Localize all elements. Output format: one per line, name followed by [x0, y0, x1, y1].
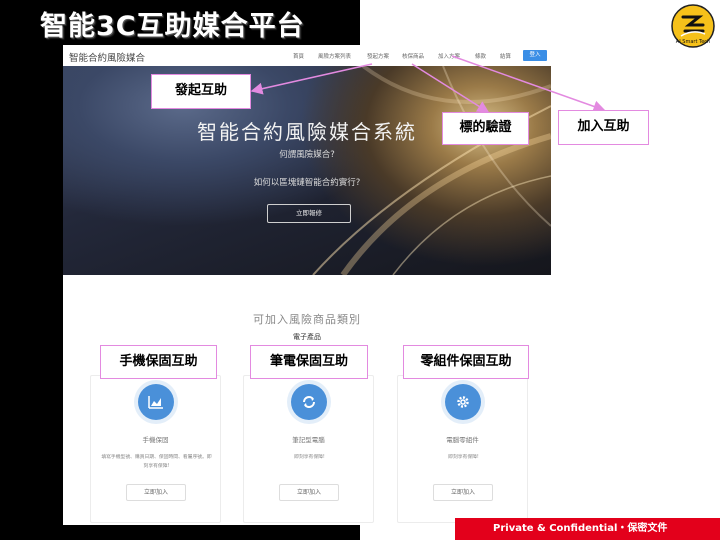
nav-terms[interactable]: 條款: [475, 52, 486, 60]
card-name: 手機保固: [142, 436, 169, 444]
nav-join[interactable]: 加入方案: [438, 52, 460, 60]
join-now-button[interactable]: 立即加入: [433, 484, 493, 501]
company-logo: AI Smart Tech: [669, 3, 717, 49]
hero-question-1[interactable]: 何謂風險媒合?: [63, 148, 551, 160]
card-laptop: 筆記型電腦 即刻享有保障! 立即加入: [243, 375, 374, 523]
slide: 智能3C互助媒合平台 AI Smart Tech 智能合約風險媒合 首頁 風險方…: [0, 0, 720, 540]
gear-icon: [445, 384, 481, 420]
nav-risk-list[interactable]: 風險方案列表: [318, 52, 351, 60]
bottom-black-band: [0, 525, 360, 540]
nav-home[interactable]: 首頁: [293, 52, 304, 60]
card-name: 電腦零組件: [446, 436, 479, 444]
nav-initiate[interactable]: 發起方案: [367, 52, 389, 60]
join-now-button[interactable]: 立即加入: [279, 484, 339, 501]
nav-verify[interactable]: 核保商品: [402, 52, 424, 60]
card-name: 筆記型電腦: [292, 436, 325, 444]
category-title: 可加入風險商品類別: [253, 313, 361, 326]
chart-icon: [138, 384, 174, 420]
left-black-band: [0, 0, 63, 540]
nav-settle[interactable]: 結算: [500, 52, 511, 60]
category-subtitle: 電子產品: [293, 333, 321, 341]
hero-question-2[interactable]: 如何以區塊鏈智能合約實行?: [63, 176, 551, 188]
hero-banner: 智能合約風險媒合系統 何謂風險媒合? 如何以區塊鏈智能合約實行? 立即報修: [63, 66, 551, 275]
annotation-laptop-warranty: 筆電保固互助: [250, 345, 368, 379]
join-now-button[interactable]: 立即加入: [126, 484, 186, 501]
card-description: 即刻享有保障!: [448, 455, 479, 460]
confidential-footer: Private & Confidential・保密文件: [455, 518, 720, 540]
hero-light-swoosh: [312, 66, 551, 275]
card-computer-parts: 電腦零組件 即刻享有保障! 立即加入: [397, 375, 528, 523]
refresh-icon: [291, 384, 327, 420]
card-description: 即刻享有保障!: [294, 455, 325, 460]
annotation-parts-warranty: 零組件保固互助: [403, 345, 529, 379]
slide-title: 智能3C互助媒合平台: [40, 11, 305, 42]
annotation-phone-warranty: 手機保固互助: [100, 345, 217, 379]
repair-now-button[interactable]: 立即報修: [267, 204, 351, 223]
annotation-verify: 標的驗證: [442, 112, 529, 145]
site-navbar: 智能合約風險媒合 首頁 風險方案列表 發起方案 核保商品 加入方案 條款 結算 …: [63, 45, 551, 66]
login-button[interactable]: 登入: [523, 50, 547, 61]
card-description: 填寫手機型號、購買日期、保固時間、看屬序號。即刻享有保障!: [101, 455, 212, 469]
site-logo[interactable]: 智能合約風險媒合: [69, 50, 145, 64]
card-phone-warranty: 手機保固 填寫手機型號、購買日期、保固時間、看屬序號。即刻享有保障! 立即加入: [90, 375, 221, 523]
logo-text: AI Smart Tech: [676, 39, 710, 45]
annotation-initiate: 發起互助: [151, 74, 251, 109]
annotation-join: 加入互助: [558, 110, 649, 145]
